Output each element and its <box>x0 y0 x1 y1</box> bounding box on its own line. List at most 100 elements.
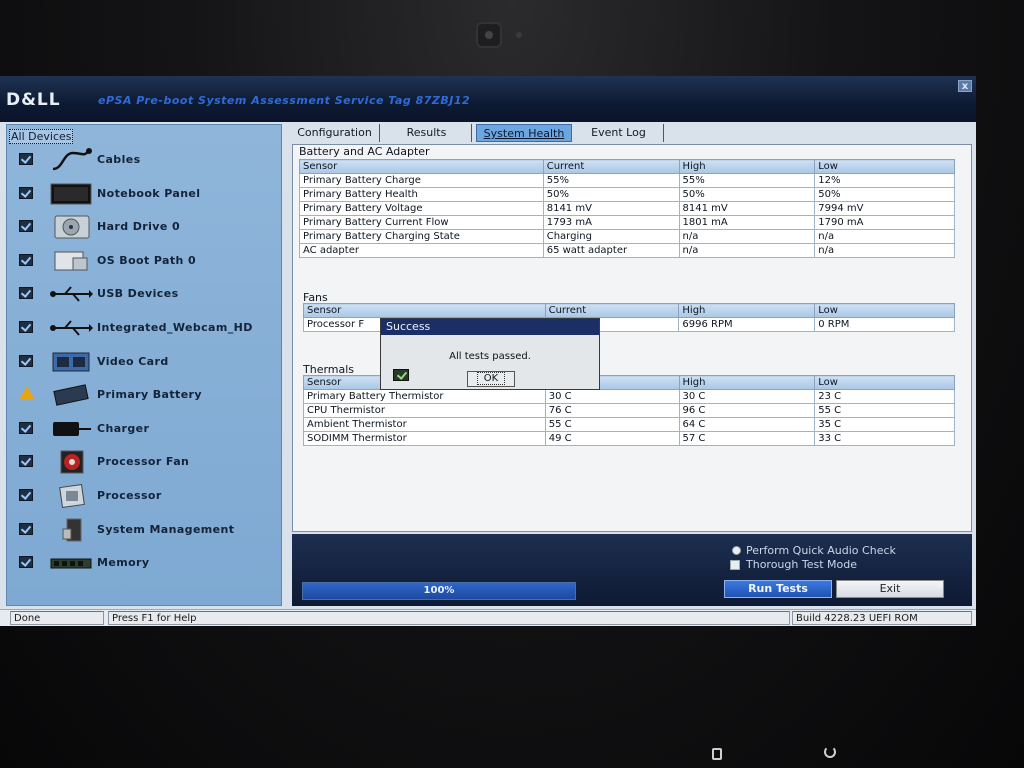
battery-section-title: Battery and AC Adapter <box>299 145 430 158</box>
charger-icon <box>49 416 93 442</box>
power-icon[interactable] <box>824 746 836 758</box>
checkbox[interactable] <box>19 489 33 501</box>
column-header: High <box>678 375 816 390</box>
device-label: Notebook Panel <box>97 186 201 200</box>
battery-table: Sensor Current High Low Primary Battery Char… <box>299 159 955 258</box>
tab-configuration[interactable]: Configuration <box>290 124 380 142</box>
table-cell: Primary Battery Voltage <box>299 201 544 216</box>
checkbox[interactable] <box>19 522 33 535</box>
hard-drive-icon <box>49 214 93 240</box>
ok-button[interactable]: OK <box>467 371 515 387</box>
column-header: Sensor <box>303 303 546 318</box>
status-text: Done <box>10 611 104 625</box>
checkbox[interactable] <box>19 186 33 199</box>
os-boot-path-icon <box>49 248 93 274</box>
device-list: All Devices Cables Notebook Panel Hard Dri… <box>6 124 282 606</box>
checkbox[interactable] <box>19 220 33 233</box>
table-cell: 1793 mA <box>542 215 680 230</box>
all-devices-link[interactable]: All Devices <box>9 129 74 144</box>
table-cell: 55 C <box>544 417 680 432</box>
device-label: Primary Battery <box>97 388 202 402</box>
dialog-message: All tests passed. <box>449 351 531 362</box>
device-label: System Management <box>97 522 235 536</box>
thorough-test-option[interactable]: Thorough Test Mode <box>746 558 857 571</box>
device-label: OS Boot Path 0 <box>97 253 197 267</box>
thorough-checkbox[interactable] <box>730 560 740 570</box>
tab-event-log[interactable]: Event Log <box>574 124 664 142</box>
table-row: CPU Thermistor 76 C 96 C 55 C <box>303 403 955 418</box>
column-header: High <box>678 159 816 174</box>
close-icon[interactable]: x <box>958 80 972 92</box>
table-cell: 57 C <box>678 431 816 446</box>
help-hint: Press F1 for Help <box>108 611 790 625</box>
device-item[interactable]: System Management <box>7 515 283 545</box>
check-icon <box>393 369 409 381</box>
run-tests-button[interactable]: Run Tests <box>724 580 832 598</box>
table-cell: 8141 mV <box>542 201 680 216</box>
device-item[interactable]: Processor Fan <box>7 447 283 477</box>
checkbox[interactable] <box>19 354 33 367</box>
table-cell: n/a <box>814 243 955 258</box>
device-label: Processor Fan <box>97 455 190 469</box>
table-cell: 55% <box>678 173 816 188</box>
video-card-icon <box>49 349 93 375</box>
device-label: Cables <box>97 153 141 166</box>
checkbox[interactable] <box>19 556 33 569</box>
device-item[interactable]: Primary Battery <box>7 380 283 410</box>
device-item[interactable]: Notebook Panel <box>7 179 283 209</box>
webcam-led-icon <box>516 32 522 38</box>
column-header: Current <box>542 159 680 174</box>
tab-system-health[interactable]: System Health <box>476 124 572 142</box>
control-panel: Perform Quick Audio Check Thorough Test … <box>292 534 972 606</box>
checkbox[interactable] <box>19 253 33 266</box>
device-item[interactable]: OS Boot Path 0 <box>7 246 283 276</box>
fan-icon <box>49 449 93 475</box>
device-item[interactable]: Memory <box>7 548 283 578</box>
device-item[interactable]: Cables <box>7 145 283 175</box>
device-item[interactable]: Charger <box>7 414 283 444</box>
table-cell: Primary Battery Thermistor <box>303 389 546 404</box>
column-header: Low <box>814 303 955 318</box>
table-cell: 76 C <box>544 403 680 418</box>
device-item[interactable]: Video Card <box>7 347 283 377</box>
success-dialog: Success All tests passed. OK <box>380 318 600 390</box>
table-row: SODIMM Thermistor 49 C 57 C 33 C <box>303 431 955 446</box>
table-cell: Ambient Thermistor <box>303 417 546 432</box>
system-management-icon <box>49 517 93 543</box>
device-item[interactable]: USB Devices <box>7 279 283 309</box>
progress-label: 100% <box>423 585 455 596</box>
table-cell: Charging <box>542 229 680 244</box>
table-cell: 64 C <box>678 417 816 432</box>
ok-button-label: OK <box>476 372 506 385</box>
table-cell: 1790 mA <box>814 215 955 230</box>
dell-logo: D&LL <box>6 90 61 110</box>
checkbox[interactable] <box>19 287 33 300</box>
column-header: Sensor <box>299 159 544 174</box>
device-label: Processor <box>97 489 162 502</box>
exit-button[interactable]: Exit <box>836 580 944 598</box>
progress-bar: 100% <box>302 582 576 600</box>
table-cell: 23 C <box>814 389 955 404</box>
device-item[interactable]: Hard Drive 0 <box>7 212 283 242</box>
table-cell: 96 C <box>678 403 816 418</box>
device-item[interactable]: Processor <box>7 481 283 511</box>
tab-results[interactable]: Results <box>382 124 472 142</box>
table-cell: 6996 RPM <box>678 317 816 332</box>
quick-audio-option[interactable]: Perform Quick Audio Check <box>746 544 896 557</box>
table-cell: Primary Battery Charging State <box>299 229 544 244</box>
checkbox[interactable] <box>19 455 33 468</box>
column-header: Low <box>814 159 955 174</box>
checkbox[interactable] <box>19 153 33 165</box>
battery-icon <box>49 382 93 408</box>
radio-icon[interactable] <box>732 546 741 555</box>
bezel-logo-icon <box>460 648 526 670</box>
checkbox[interactable] <box>19 321 33 333</box>
table-cell: Primary Battery Health <box>299 187 544 202</box>
device-item[interactable]: Integrated_Webcam_HD <box>7 313 283 343</box>
checkbox[interactable] <box>19 421 33 434</box>
processor-icon <box>49 483 93 509</box>
device-label: Integrated_Webcam_HD <box>97 321 253 334</box>
title-bar: D&LL ePSA Pre-boot System Assessment Ser… <box>0 76 976 122</box>
table-cell: 0 RPM <box>814 317 955 332</box>
device-label: Charger <box>97 421 150 435</box>
